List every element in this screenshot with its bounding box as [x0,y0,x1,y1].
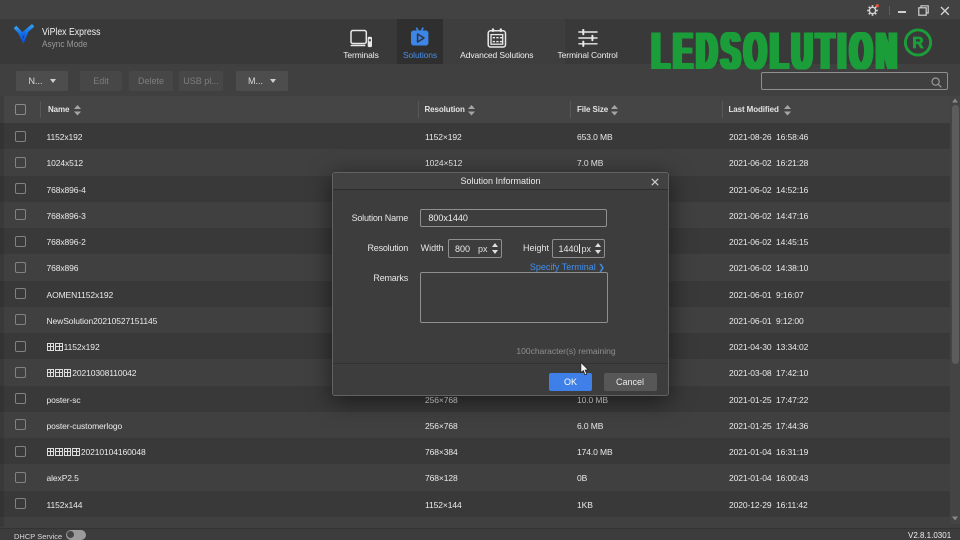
svg-text:R: R [912,35,923,52]
